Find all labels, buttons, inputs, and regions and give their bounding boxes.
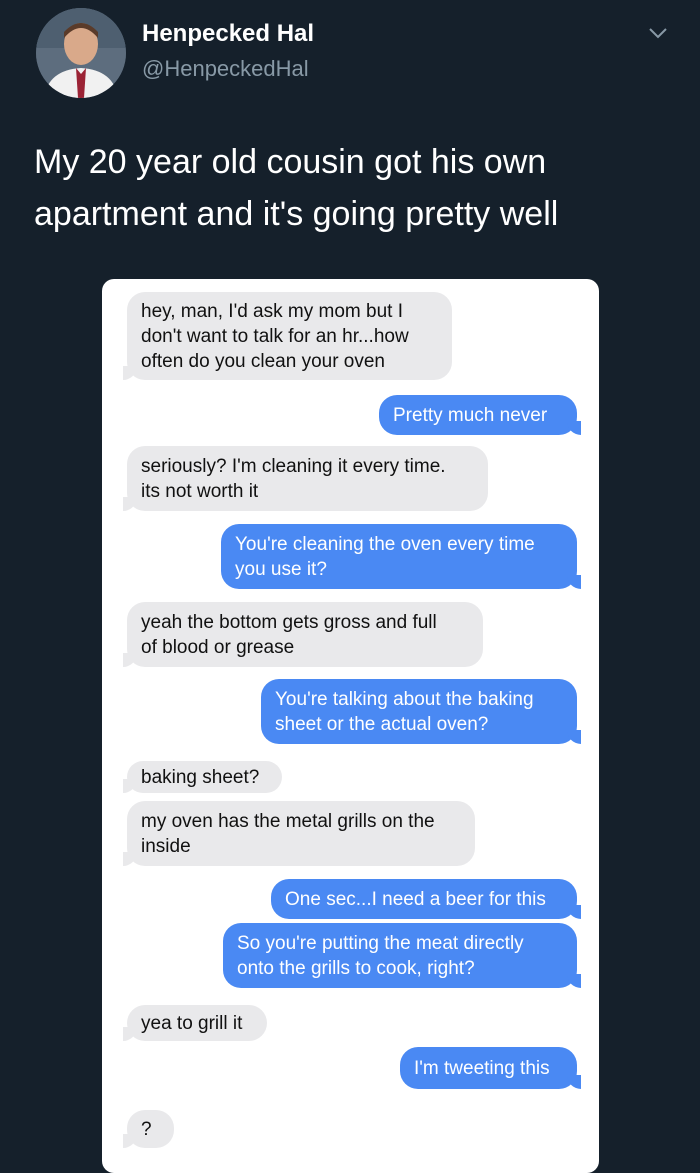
message-text: So you're putting the meat directly onto… — [237, 932, 524, 979]
received-message-bubble: seriously? I'm cleaning it every time. i… — [123, 446, 488, 511]
username-handle[interactable]: @HenpeckedHal — [142, 56, 309, 82]
message-text: my oven has the metal grills on the insi… — [141, 810, 435, 857]
sent-message-bubble: Pretty much never — [379, 395, 581, 435]
received-message-bubble: hey, man, I'd ask my mom but I don't wan… — [123, 292, 452, 380]
message-text: yeah the bottom gets gross and full of b… — [141, 611, 437, 658]
display-name[interactable]: Henpecked Hal — [142, 20, 314, 48]
tweet-text: My 20 year old cousin got his own apartm… — [34, 143, 559, 233]
received-message-bubble: yea to grill it — [123, 1005, 267, 1041]
tweet-header: Henpecked Hal @HenpeckedHal — [0, 0, 700, 120]
attached-screenshot[interactable]: hey, man, I'd ask my mom but I don't wan… — [102, 279, 599, 1173]
sent-message-bubble: You're talking about the baking sheet or… — [261, 679, 581, 744]
profile-photo-icon — [36, 8, 126, 98]
message-text: seriously? I'm cleaning it every time. i… — [141, 455, 446, 502]
avatar[interactable] — [36, 8, 126, 98]
message-text: ? — [141, 1118, 152, 1140]
sent-message-bubble: You're cleaning the oven every time you … — [221, 524, 581, 589]
message-text: Pretty much never — [393, 404, 548, 426]
message-text: You're talking about the baking sheet or… — [275, 688, 534, 735]
message-text: yea to grill it — [141, 1012, 243, 1034]
received-message-bubble: my oven has the metal grills on the insi… — [123, 801, 475, 866]
message-text: I'm tweeting this — [414, 1057, 550, 1079]
sent-message-bubble: I'm tweeting this — [400, 1047, 581, 1089]
chevron-down-icon[interactable] — [648, 26, 668, 40]
received-message-bubble: baking sheet? — [123, 761, 282, 793]
sent-message-bubble: One sec...I need a beer for this — [271, 879, 581, 919]
message-text: baking sheet? — [141, 766, 260, 788]
received-message-bubble: yeah the bottom gets gross and full of b… — [123, 602, 483, 667]
sent-message-bubble: So you're putting the meat directly onto… — [223, 923, 581, 988]
message-text: hey, man, I'd ask my mom but I don't wan… — [141, 300, 409, 372]
message-text: One sec...I need a beer for this — [285, 888, 546, 910]
message-text: You're cleaning the oven every time you … — [235, 533, 535, 580]
received-message-bubble: ? — [123, 1110, 174, 1148]
